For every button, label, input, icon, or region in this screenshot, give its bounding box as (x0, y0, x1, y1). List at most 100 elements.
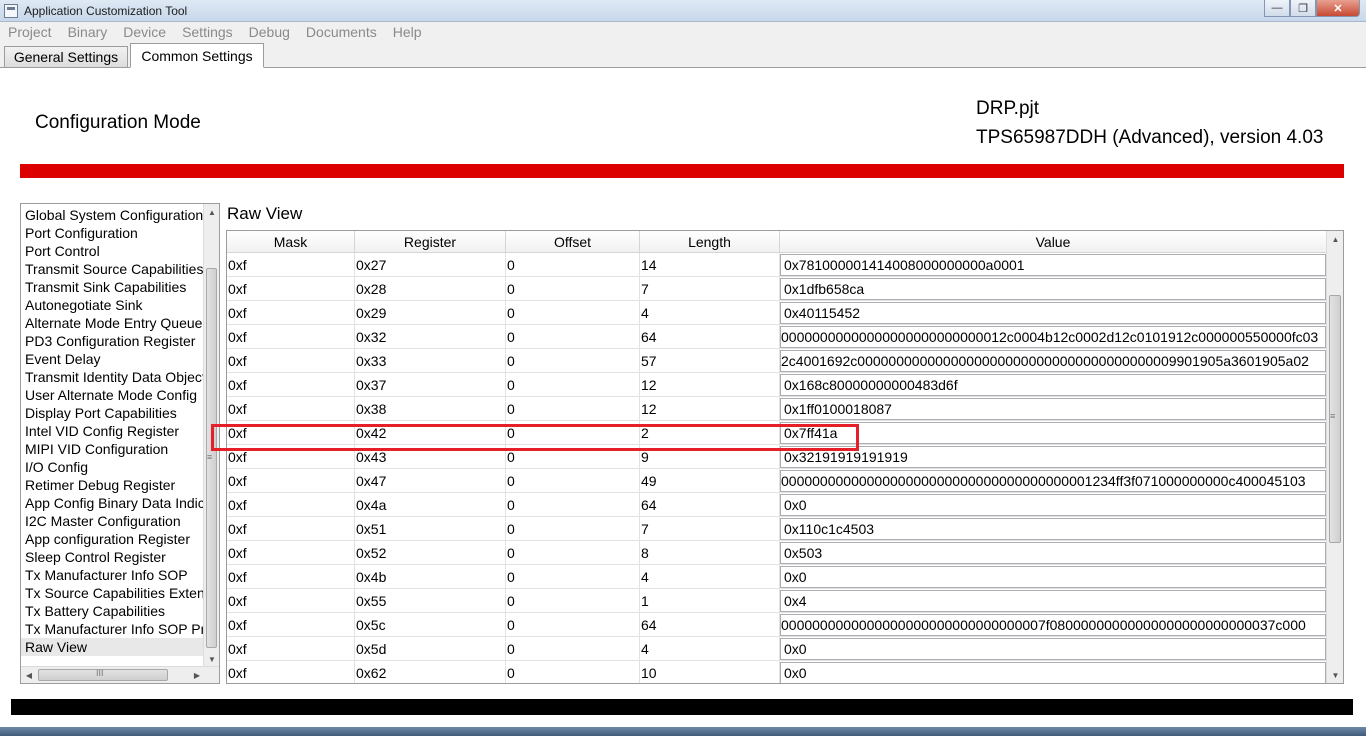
column-header-register[interactable]: Register (355, 231, 506, 252)
table-row[interactable]: 0xf 0x27 0 14 0x781000001414008000000000a000… (227, 253, 1327, 277)
nav-horizontal-scrollbar[interactable]: ◀ III ▶ (21, 666, 219, 683)
nav-item[interactable]: Transmit Sink Capabilities (21, 278, 204, 296)
table-row[interactable]: 0xf 0x38 0 12 0x1ff0100018087 (227, 397, 1327, 421)
raw-view-title: Raw View (227, 204, 303, 223)
scroll-left-icon[interactable]: ◀ (21, 667, 37, 683)
table-row[interactable]: 0xf 0x37 0 12 0x168c80000000000483d6f (227, 373, 1327, 397)
cell-register: 0x28 (355, 277, 506, 301)
nav-item[interactable]: Intel VID Config Register (21, 422, 204, 440)
cell-mask: 0xf (227, 397, 355, 421)
value-input[interactable]: 0x0 (780, 662, 1326, 683)
menu-documents[interactable]: Documents (306, 24, 377, 40)
table-scroll-up-icon[interactable]: ▲ (1327, 231, 1343, 247)
value-input[interactable]: 0x110c1c4503 (780, 518, 1326, 540)
table-vertical-scrollbar[interactable]: ▲ ≡ ▼ (1326, 231, 1343, 683)
nav-item[interactable]: Transmit Source Capabilities (21, 260, 204, 278)
value-text: 0x40115452 (784, 305, 861, 321)
nav-item[interactable]: Autonegotiate Sink (21, 296, 204, 314)
cell-mask: 0xf (227, 589, 355, 613)
value-input[interactable]: 0x4 (780, 590, 1326, 612)
table-row[interactable]: 0xf 0x29 0 4 0x40115452 (227, 301, 1327, 325)
settings-nav: Global System Configuration Port Configur… (20, 203, 220, 684)
scroll-right-icon[interactable]: ▶ (189, 667, 205, 683)
value-input[interactable]: 0x168c80000000000483d6f (780, 374, 1326, 396)
nav-item[interactable]: Tx Manufacturer Info SOP (21, 566, 204, 584)
nav-item[interactable]: I/O Config (21, 458, 204, 476)
table-row[interactable]: 0xf 0x4b 0 4 0x0 (227, 565, 1327, 589)
scroll-up-icon[interactable]: ▲ (204, 204, 219, 220)
value-input[interactable]: 0x40115452 (780, 302, 1326, 324)
nav-item[interactable]: Transmit Identity Data Object (21, 368, 204, 386)
table-scroll-down-icon[interactable]: ▼ (1327, 667, 1343, 683)
column-header-mask[interactable]: Mask (227, 231, 355, 252)
nav-item[interactable]: Display Port Capabilities (21, 404, 204, 422)
table-row[interactable]: 0xf 0x28 0 7 0x1dfb658ca (227, 277, 1327, 301)
value-input[interactable]: 0000000000000000000000000000000000000001… (780, 470, 1326, 492)
menu-binary[interactable]: Binary (68, 24, 108, 40)
scroll-down-icon[interactable]: ▼ (204, 651, 219, 667)
column-header-offset[interactable]: Offset (506, 231, 640, 252)
menu-device[interactable]: Device (123, 24, 166, 40)
nav-item[interactable]: Tx Source Capabilities Extended (21, 584, 204, 602)
nav-item[interactable]: Event Delay (21, 350, 204, 368)
value-input[interactable]: 0x781000001414008000000000a0001 (780, 254, 1326, 276)
nav-item[interactable]: Tx Battery Capabilities (21, 602, 204, 620)
nav-vertical-scrollbar[interactable]: ▲ ≡ ▼ (203, 204, 219, 667)
table-row[interactable]: 0xf 0x47 0 49 000000000000000000000000000000… (227, 469, 1327, 493)
value-input[interactable]: 0x0 (780, 566, 1326, 588)
table-row[interactable]: 0xf 0x33 0 57 2c4001692c00000000000000000000… (227, 349, 1327, 373)
nav-item[interactable]: Sleep Control Register (21, 548, 204, 566)
value-input[interactable]: 0x0 (780, 494, 1326, 516)
nav-item[interactable]: I2C Master Configuration (21, 512, 204, 530)
menu-help[interactable]: Help (393, 24, 422, 40)
table-row[interactable]: 0xf 0x5c 0 64 000000000000000000000000000000… (227, 613, 1327, 637)
value-input[interactable]: 0000000000000000000000000000000007f08000… (780, 614, 1326, 636)
table-row[interactable]: 0xf 0x5d 0 4 0x0 (227, 637, 1327, 661)
table-row[interactable]: 0xf 0x42 0 2 0x7ff41a (227, 421, 1327, 445)
tab-general-settings[interactable]: General Settings (4, 46, 128, 68)
table-row[interactable]: 0xf 0x62 0 10 0x0 (227, 661, 1327, 683)
value-input[interactable]: 00000000000000000000000000012c0004b12c00… (780, 326, 1326, 348)
menu-debug[interactable]: Debug (249, 24, 290, 40)
nav-item[interactable]: App Config Binary Data Indices (21, 494, 204, 512)
table-row[interactable]: 0xf 0x52 0 8 0x503 (227, 541, 1327, 565)
value-input[interactable]: 2c4001692c000000000000000000000000000000… (780, 350, 1326, 372)
value-text: 0x32191919191919 (784, 449, 908, 465)
value-input[interactable]: 0x0 (780, 638, 1326, 660)
table-row[interactable]: 0xf 0x32 0 64 00000000000000000000000000012c… (227, 325, 1327, 349)
tab-common-settings[interactable]: Common Settings (130, 43, 264, 68)
cell-value: 0x1dfb658ca (780, 277, 1327, 301)
nav-item[interactable]: Raw View (21, 638, 204, 656)
column-header-length[interactable]: Length (640, 231, 780, 252)
value-input[interactable]: 0x32191919191919 (780, 446, 1326, 468)
table-row[interactable]: 0xf 0x51 0 7 0x110c1c4503 (227, 517, 1327, 541)
nav-item[interactable]: Global System Configuration (21, 206, 204, 224)
table-row[interactable]: 0xf 0x4a 0 64 0x0 (227, 493, 1327, 517)
cell-offset: 0 (506, 301, 640, 325)
cell-length: 2 (640, 421, 780, 445)
value-input[interactable]: 0x7ff41a (780, 422, 1326, 444)
table-row[interactable]: 0xf 0x55 0 1 0x4 (227, 589, 1327, 613)
value-input[interactable]: 0x503 (780, 542, 1326, 564)
value-input[interactable]: 0x1ff0100018087 (780, 398, 1326, 420)
close-button[interactable]: ✕ (1316, 0, 1360, 17)
nav-item[interactable]: Port Control (21, 242, 204, 260)
nav-item[interactable]: Port Configuration (21, 224, 204, 242)
value-input[interactable]: 0x1dfb658ca (780, 278, 1326, 300)
table-row[interactable]: 0xf 0x43 0 9 0x32191919191919 (227, 445, 1327, 469)
menu-settings[interactable]: Settings (182, 24, 233, 40)
cell-mask: 0xf (227, 517, 355, 541)
nav-item[interactable]: PD3 Configuration Register (21, 332, 204, 350)
minimize-button[interactable]: — (1264, 0, 1290, 17)
nav-item[interactable]: App configuration Register (21, 530, 204, 548)
menu-project[interactable]: Project (8, 24, 52, 40)
restore-button[interactable]: ❐ (1290, 0, 1316, 17)
nav-item[interactable]: User Alternate Mode Config (21, 386, 204, 404)
nav-item[interactable]: MIPI VID Configuration (21, 440, 204, 458)
table-grip-icon: ≡ (1330, 411, 1336, 421)
nav-item[interactable]: Retimer Debug Register (21, 476, 204, 494)
grip-icon: ≡ (206, 452, 213, 462)
column-header-value[interactable]: Value (780, 231, 1327, 252)
nav-item[interactable]: Alternate Mode Entry Queue (21, 314, 204, 332)
nav-item[interactable]: Tx Manufacturer Info SOP Prime (21, 620, 204, 638)
